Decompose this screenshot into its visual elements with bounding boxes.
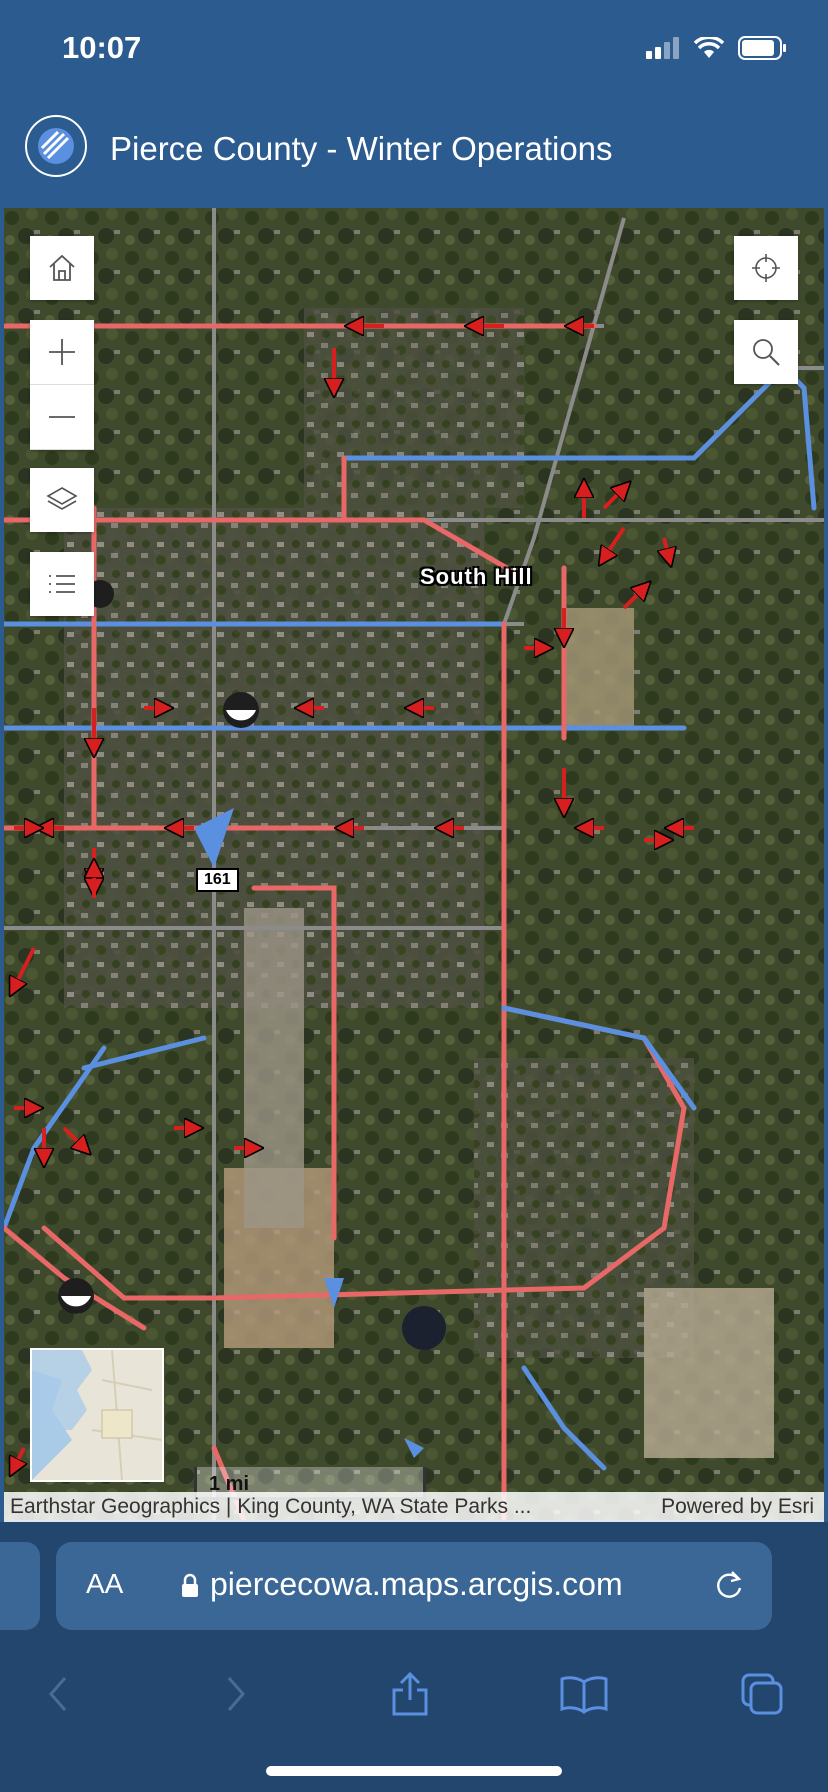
book-icon: [560, 1676, 608, 1714]
url-text[interactable]: piercecowa.maps.arcgis.com: [210, 1566, 623, 1603]
signal-icon: [646, 37, 679, 59]
tabs-icon: [741, 1673, 783, 1715]
map-view[interactable]: South Hill 161 1 mi: [4, 208, 824, 1520]
legend-list-icon: [49, 575, 75, 593]
attribution-text[interactable]: Earthstar Geographics | King County, WA …: [10, 1495, 531, 1519]
app-header: Pierce County - Winter Operations: [0, 100, 828, 206]
forward-button[interactable]: [208, 1666, 264, 1722]
home-icon: [49, 254, 75, 281]
search-button[interactable]: [734, 320, 798, 384]
share-icon: [392, 1671, 428, 1716]
chevron-right-icon: [227, 1677, 245, 1711]
zoom-controls: [30, 320, 94, 450]
chevron-left-icon: [49, 1677, 67, 1711]
route-shield: 161: [196, 868, 239, 892]
text-size-button[interactable]: AA: [86, 1568, 123, 1600]
zoom-out-button[interactable]: [30, 385, 94, 450]
page-title: Pierce County - Winter Operations: [110, 130, 613, 167]
satellite-basemap: [4, 208, 824, 1520]
layers-button[interactable]: [30, 468, 94, 532]
share-button[interactable]: [382, 1666, 438, 1722]
map-attribution: Earthstar Geographics | King County, WA …: [4, 1492, 824, 1522]
address-bar[interactable]: AA piercecowa.maps.arcgis.com: [56, 1542, 772, 1630]
minus-icon: [49, 416, 75, 418]
status-time: 10:07: [62, 30, 142, 65]
lock-icon: [182, 1573, 198, 1597]
locate-icon: [752, 254, 780, 282]
powered-by-esri[interactable]: Powered by Esri: [661, 1495, 814, 1519]
previous-tab-peek[interactable]: [0, 1542, 40, 1630]
place-label-south-hill: South Hill: [420, 564, 533, 589]
back-button[interactable]: [30, 1666, 86, 1722]
browser-chrome: AA piercecowa.maps.arcgis.com: [0, 1522, 828, 1792]
legend-button[interactable]: [30, 552, 94, 616]
locate-button[interactable]: [734, 236, 798, 300]
battery-icon: [738, 36, 786, 60]
layers-icon: [46, 487, 78, 510]
reload-icon[interactable]: [712, 1568, 746, 1602]
browser-toolbar: [0, 1652, 828, 1732]
bookmarks-button[interactable]: [556, 1666, 612, 1722]
home-button[interactable]: [30, 236, 94, 300]
tabs-button[interactable]: [734, 1666, 790, 1722]
wifi-icon: [694, 37, 724, 58]
zoom-in-button[interactable]: [30, 320, 94, 385]
overview-map-image: [32, 1350, 162, 1480]
status-icons: [646, 36, 788, 60]
plus-icon: [49, 339, 75, 365]
home-indicator[interactable]: [266, 1766, 562, 1776]
search-icon: [753, 339, 780, 366]
overview-map[interactable]: [30, 1348, 164, 1482]
status-bar: 10:07: [0, 0, 828, 100]
pierce-county-logo: [25, 115, 87, 177]
